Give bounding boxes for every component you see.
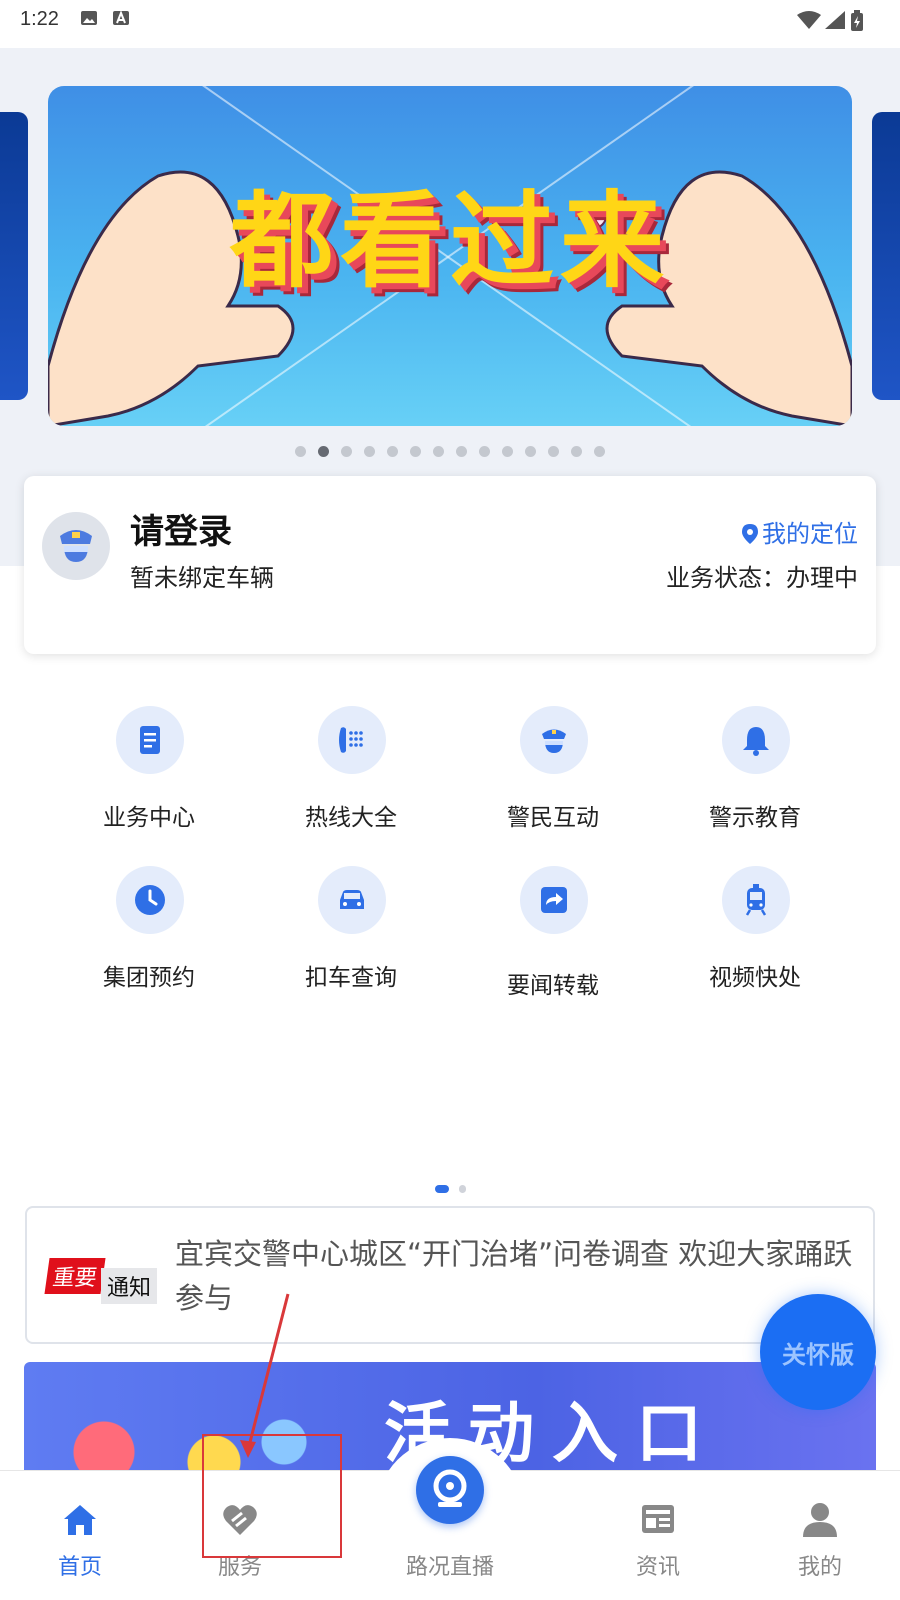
bell-icon (722, 706, 790, 774)
battery-icon (851, 10, 863, 31)
traffic-live-button[interactable] (416, 1456, 484, 1524)
banner-dot (364, 446, 375, 457)
vehicle-binding-status: 暂未绑定车辆 (130, 564, 274, 592)
police-icon (520, 706, 588, 774)
banner-dot (571, 446, 582, 457)
service-item-label: 热线大全 (305, 805, 397, 831)
service-item-label: 集团预约 (103, 965, 195, 991)
service-item[interactable]: 集团预约 (48, 866, 250, 1006)
signal-icon (825, 11, 845, 29)
service-grid-pagination (0, 1178, 900, 1193)
notice-badge: 通知 (101, 1268, 158, 1304)
service-item[interactable]: 要闻转载 (452, 866, 654, 1006)
tab-home-label: 首页 (57, 1555, 102, 1580)
service-item-label: 警示教育 (709, 805, 801, 831)
banner-carousel[interactable]: 都看过来 (48, 86, 852, 426)
user-icon (803, 1503, 837, 1537)
important-badge: 重要 (44, 1258, 106, 1294)
banner-dot (433, 446, 444, 457)
notice-text[interactable]: 宜宾交警中心城区“开门治堵”问卷调查 欢迎大家踊跃参与 (175, 1232, 855, 1320)
tab-news[interactable]: 资讯 (598, 1489, 718, 1580)
banner-prev-peek[interactable] (0, 112, 28, 400)
banner-dot (295, 446, 306, 457)
service-item-label: 业务中心 (103, 805, 195, 831)
banner-pagination (0, 442, 900, 461)
service-item[interactable]: 警示教育 (654, 706, 856, 846)
banner-dot (594, 446, 605, 457)
phone-icon (318, 706, 386, 774)
status-time: 1:22 (20, 8, 59, 30)
home-icon (64, 1505, 96, 1535)
service-item-label: 要闻转载 (507, 973, 599, 999)
my-location-label: 我的定位 (762, 520, 858, 548)
service-item-label: 扣车查询 (305, 965, 397, 991)
banner-dot (341, 446, 352, 457)
tram-icon (722, 866, 790, 934)
care-mode-button[interactable]: 关怀版 (760, 1294, 876, 1410)
tab-mine[interactable]: 我的 (760, 1489, 880, 1580)
notice-card[interactable]: 重要 通知 宜宾交警中心城区“开门治堵”问卷调查 欢迎大家踊跃参与 (25, 1206, 875, 1344)
service-item[interactable]: 视频快处 (654, 866, 856, 1006)
service-item-label: 警民互动 (507, 805, 599, 831)
banner-next-peek[interactable] (872, 112, 900, 400)
car-icon (318, 866, 386, 934)
banner-dot (548, 446, 559, 457)
avatar[interactable] (42, 512, 110, 580)
tab-news-label: 资讯 (635, 1555, 680, 1580)
banner-dot (410, 446, 421, 457)
banner-dot (479, 446, 490, 457)
status-bar: 1:22 (0, 0, 900, 48)
news-icon (642, 1505, 674, 1533)
banner-dot (525, 446, 536, 457)
image-notification-icon (81, 11, 97, 25)
service-item[interactable]: 热线大全 (250, 706, 452, 846)
banner-dot-active (318, 446, 329, 457)
camera-icon (433, 1469, 467, 1507)
clock-icon (116, 866, 184, 934)
service-item[interactable]: 扣车查询 (250, 866, 452, 1006)
a-notification-icon (113, 10, 129, 25)
business-status: 业务状态：办理中 (666, 564, 858, 592)
banner-dot (502, 446, 513, 457)
share-icon (520, 866, 588, 934)
banner-title: 都看过来 (229, 180, 670, 302)
banner-dot (387, 446, 398, 457)
my-location-link[interactable]: 我的定位 (742, 514, 858, 549)
tab-home[interactable]: 首页 (20, 1489, 140, 1580)
login-title[interactable]: 请登录 (130, 504, 232, 553)
location-pin-icon (742, 524, 758, 544)
login-card[interactable]: 请登录 暂未绑定车辆 我的定位 业务状态：办理中 (24, 476, 876, 654)
service-item-label: 视频快处 (709, 965, 801, 991)
document-icon (116, 706, 184, 774)
police-avatar-icon (60, 530, 92, 562)
banner-dot (456, 446, 467, 457)
annotation-highlight-box (202, 1434, 342, 1558)
wifi-icon (797, 11, 821, 29)
page-indicator-active (434, 1184, 449, 1193)
tab-mine-label: 我的 (797, 1555, 842, 1580)
tab-traffic-live-label: 路况直播 (405, 1555, 494, 1580)
service-item[interactable]: 业务中心 (48, 706, 250, 846)
service-item[interactable]: 警民互动 (452, 706, 654, 846)
page-indicator (458, 1184, 466, 1193)
